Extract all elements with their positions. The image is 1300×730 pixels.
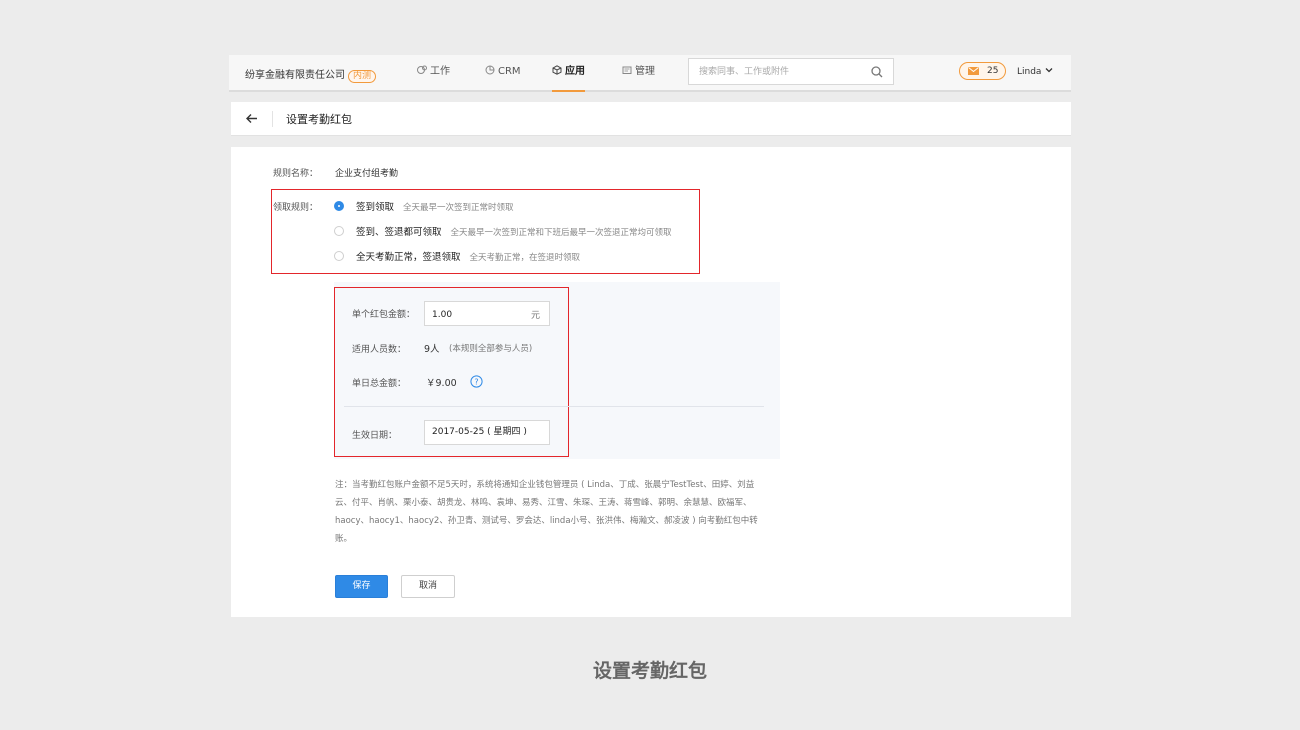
amount-input[interactable]	[425, 303, 525, 327]
page-header: 设置考勤红包	[231, 102, 1071, 136]
rule-option-name: 签到、签退都可领取	[356, 227, 442, 238]
mail-badge[interactable]: 25	[959, 62, 1006, 80]
nav-work-label: 工作	[430, 66, 450, 77]
svg-text:?: ?	[474, 377, 478, 386]
mail-count: 25	[987, 66, 999, 76]
app-icon	[552, 65, 562, 75]
nav-app[interactable]: 应用	[552, 55, 585, 92]
search-box	[688, 58, 894, 85]
people-value: 9人	[424, 344, 440, 355]
amount-field: 元	[424, 301, 550, 327]
form-container: 规则名称： 企业支付组考勤 领取规则： 签到领取 全天最早一次签到正常时领取 签到…	[231, 147, 1071, 617]
daily-total-label: 单日总金额：	[352, 379, 407, 389]
rule-option-desc: 全天考勤正常，在签退时领取	[469, 253, 581, 263]
rule-option-desc: 全天最早一次签到正常时领取	[403, 203, 514, 213]
radio-button[interactable]	[334, 251, 344, 261]
header-divider	[272, 111, 273, 127]
amount-unit: 元	[530, 311, 540, 321]
manage-icon	[622, 66, 632, 74]
notice-line: 注：当考勤红包账户金额不足5天时，系统将通知企业钱包管理员 ( Linda、丁成…	[335, 480, 755, 490]
back-arrow-icon[interactable]	[245, 112, 258, 125]
rule-option-name: 全天考勤正常，签退领取	[356, 252, 461, 263]
rule-option-fullday[interactable]: 全天考勤正常，签退领取 全天考勤正常，在签退时领取	[334, 249, 580, 263]
notice-text: 注：当考勤红包账户金额不足5天时，系统将通知企业钱包管理员 ( Linda、丁成…	[335, 476, 780, 548]
notice-line: haocy、haocy1、haocy2、孙卫青、测试号、罗会达、linda小号、…	[335, 516, 758, 526]
search-icon[interactable]	[871, 66, 883, 78]
nav-manage-label: 管理	[635, 66, 655, 77]
nav-crm[interactable]: CRM	[485, 55, 521, 92]
panel-divider	[344, 406, 764, 407]
receive-rule-label: 领取规则：	[273, 203, 319, 213]
people-note: (本规则全部参与人员)	[449, 344, 533, 354]
nav-work[interactable]: 工作	[417, 55, 450, 92]
save-button[interactable]: 保存	[335, 575, 388, 598]
nav-app-label: 应用	[565, 66, 585, 77]
work-icon	[417, 65, 427, 74]
rule-name-label: 规则名称：	[273, 169, 319, 179]
company-name[interactable]: 纷享金融有限责任公司 内测	[245, 66, 377, 83]
rule-option-signin-signout[interactable]: 签到、签退都可领取 全天最早一次签到正常和下班后最早一次签退正常均可领取	[334, 224, 672, 238]
cancel-button[interactable]: 取消	[401, 575, 455, 598]
chevron-down-icon	[1045, 68, 1053, 73]
crm-icon	[485, 65, 495, 75]
nav-manage[interactable]: 管理	[622, 55, 655, 92]
amount-label: 单个红包金额：	[352, 310, 416, 320]
user-name: Linda	[1017, 67, 1042, 77]
user-menu[interactable]: Linda	[1017, 66, 1053, 77]
people-label: 适用人员数：	[352, 345, 407, 355]
top-nav-bar: 纷享金融有限责任公司内测 工作 CRM 应用 管理 25 Linda	[229, 55, 1071, 92]
rule-option-desc: 全天最早一次签到正常和下班后最早一次签退正常均可领取	[450, 228, 672, 238]
mail-icon	[968, 67, 979, 75]
search-input[interactable]	[689, 59, 859, 85]
rule-name-value: 企业支付组考勤	[335, 169, 399, 179]
radio-button-checked[interactable]	[334, 201, 344, 211]
notice-line: 云、付平、肖帆、栗小泰、胡贵龙、林鸣、袁坤、易秀、江雪、朱琛、王涛、蒋雪峰、郭明…	[335, 498, 752, 508]
daily-total-value: ￥9.00	[426, 378, 457, 389]
slide-caption: 设置考勤红包	[592, 660, 707, 682]
company-name-text: 纷享金融有限责任公司	[245, 70, 345, 81]
effective-date-field[interactable]: 2017-05-25 ( 星期四 )	[424, 420, 550, 445]
radio-button[interactable]	[334, 226, 344, 236]
effective-date-label: 生效日期：	[352, 431, 398, 441]
page-title: 设置考勤红包	[286, 113, 352, 126]
notice-line: 账。	[335, 534, 353, 544]
rule-option-signin[interactable]: 签到领取 全天最早一次签到正常时领取	[334, 199, 514, 213]
nav-crm-label: CRM	[498, 66, 521, 77]
help-icon[interactable]: ?	[470, 375, 483, 388]
rule-option-name: 签到领取	[356, 202, 395, 213]
company-tag: 内测	[348, 70, 377, 83]
